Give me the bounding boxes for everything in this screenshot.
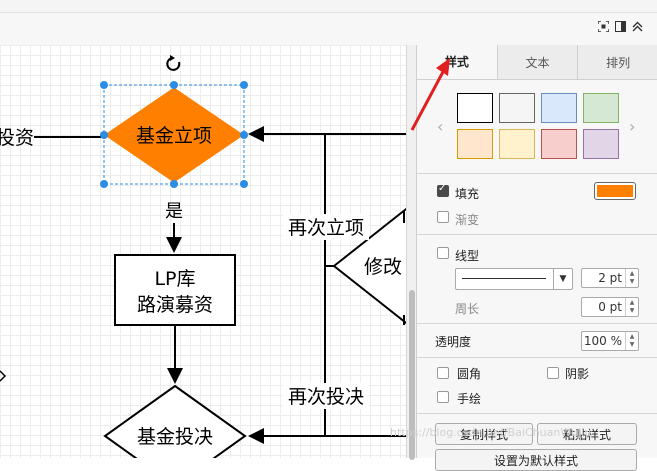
format-panel-toggle-icon[interactable] <box>615 17 626 32</box>
edge-yes-label: 是 <box>165 201 183 222</box>
annotation-arrow <box>410 58 450 131</box>
line-style-select[interactable]: ▼ <box>455 268 573 290</box>
node-lp-label-2: 路演募资 <box>137 294 213 316</box>
divider <box>417 323 657 324</box>
style-swatch[interactable] <box>457 129 493 159</box>
diagram-canvas[interactable]: 投资 基金立项 是 LP库 路演募资 基金投决 修改 再次立项 再次投决 <box>0 45 406 458</box>
flowchart: 投资 基金立项 是 LP库 路演募资 基金投决 修改 再次立项 再次投决 <box>0 55 406 458</box>
line-width-input[interactable]: 2 pt ▲ ▼ <box>581 268 639 288</box>
style-swatch[interactable] <box>457 93 493 123</box>
style-swatch[interactable] <box>583 93 619 123</box>
sketch-checkbox[interactable] <box>437 391 449 403</box>
node-fund-approval-label: 基金立项 <box>136 125 212 147</box>
node-lp-label-1: LP库 <box>154 268 195 290</box>
edge-relaunch-label: 再次立项 <box>288 217 364 239</box>
spinner-icon[interactable]: ▲ ▼ <box>625 269 638 287</box>
shadow-label: 阴影 <box>565 367 590 381</box>
style-swatch[interactable] <box>499 93 535 123</box>
tab-arrange[interactable]: 排列 <box>578 45 657 79</box>
fill-label: 填充 <box>455 187 480 201</box>
watermark: https://blog.csdn.net/BaiChuanWuJiu <box>390 426 592 439</box>
shadow-checkbox[interactable] <box>547 367 559 379</box>
line-label: 线型 <box>455 249 480 263</box>
divider <box>417 413 657 414</box>
perimeter-value: 0 pt <box>598 300 622 314</box>
style-swatch[interactable] <box>541 93 577 123</box>
set-default-style-button[interactable]: 设置为默认样式 <box>435 449 637 471</box>
edge-revote-label: 再次投决 <box>288 386 364 408</box>
perimeter-label: 周长 <box>455 302 480 316</box>
style-swatch[interactable] <box>499 129 535 159</box>
panel-controls <box>597 17 643 33</box>
perimeter-input[interactable]: 0 pt ▲ ▼ <box>581 297 639 317</box>
fill-color-preview <box>597 185 633 197</box>
sketch-label: 手绘 <box>457 392 482 406</box>
rounded-label: 圆角 <box>457 367 482 381</box>
tab-text[interactable]: 文本 <box>498 45 579 79</box>
spinner-icon[interactable]: ▲ ▼ <box>625 298 638 316</box>
divider <box>417 234 657 235</box>
style-swatch[interactable] <box>541 129 577 159</box>
style-swatches <box>457 93 619 159</box>
rotate-icon[interactable] <box>166 55 181 71</box>
divider <box>417 357 657 358</box>
node-modify-label: 修改 <box>364 256 402 278</box>
fullscreen-icon[interactable] <box>597 17 610 33</box>
opacity-input[interactable]: 100 % ▲ ▼ <box>581 331 639 351</box>
line-checkbox[interactable] <box>437 247 449 259</box>
line-style-preview <box>462 278 546 279</box>
chevron-right-icon[interactable]: › <box>629 117 635 136</box>
divider <box>417 173 657 174</box>
node-fund-vote-label: 基金投决 <box>137 426 213 448</box>
fill-checkbox[interactable] <box>437 183 449 197</box>
opacity-label: 透明度 <box>435 335 472 349</box>
toolbar-strip <box>0 12 657 45</box>
cut-label-invest: 投资 <box>0 127 34 149</box>
style-swatch[interactable] <box>583 129 619 159</box>
top-toolbar <box>0 0 657 45</box>
opacity-value: 100 % <box>583 334 622 348</box>
gradient-checkbox[interactable] <box>437 211 449 223</box>
dropdown-arrow-icon[interactable]: ▼ <box>553 269 572 289</box>
line-width-value: 2 pt <box>598 271 622 285</box>
collapse-chevron-icon[interactable] <box>632 17 643 32</box>
edge-left-fragment <box>0 370 7 382</box>
spinner-icon[interactable]: ▲ ▼ <box>625 332 638 350</box>
gradient-label: 渐变 <box>455 213 480 227</box>
rounded-checkbox[interactable] <box>437 367 449 379</box>
fill-color-picker[interactable] <box>594 182 636 200</box>
